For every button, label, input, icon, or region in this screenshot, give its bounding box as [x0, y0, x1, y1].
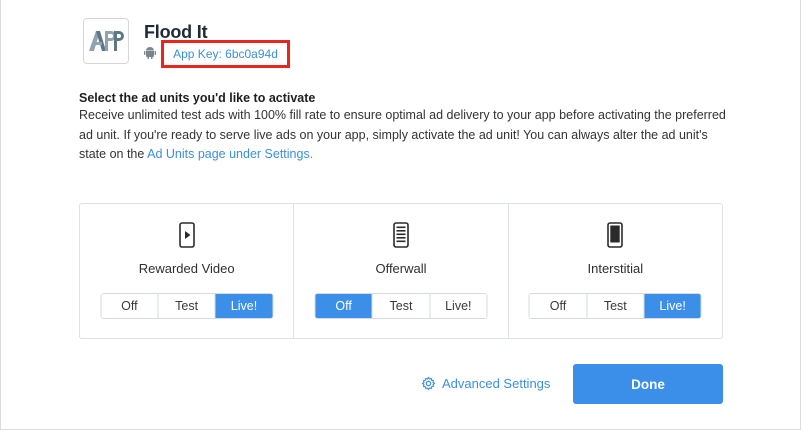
state-test-button[interactable]: Test — [372, 294, 431, 318]
state-toggle: Off Test Live! — [100, 293, 274, 319]
state-live-button[interactable]: Live! — [644, 294, 701, 318]
app-key-highlight: App Key: 6bc0a94d — [161, 40, 290, 68]
app-placeholder-logo-icon — [89, 31, 124, 51]
advanced-settings-label: Advanced Settings — [442, 376, 551, 391]
ad-unit-label: Interstitial — [587, 261, 644, 276]
state-live-button[interactable]: Live! — [430, 294, 487, 318]
phone-video-icon — [178, 222, 195, 248]
app-logo — [83, 18, 129, 64]
phone-fullscreen-icon — [607, 222, 624, 248]
gear-icon — [421, 376, 436, 391]
instructions-text: Receive unlimited test ads with 100% fil… — [79, 106, 729, 165]
ad-unit-interstitial: Interstitial Off Test Live! — [509, 204, 722, 338]
section-title: Select the ad units you'd like to activa… — [79, 91, 316, 105]
done-button[interactable]: Done — [573, 364, 723, 404]
state-off-button[interactable]: Off — [529, 294, 588, 318]
state-test-button[interactable]: Test — [158, 294, 216, 318]
ad-units-panel: Rewarded Video Off Test Live! Offerwall … — [79, 203, 723, 339]
state-toggle: Off Test Live! — [528, 293, 702, 319]
state-off-button[interactable]: Off — [315, 294, 373, 318]
state-test-button[interactable]: Test — [587, 294, 645, 318]
ad-unit-offerwall: Offerwall Off Test Live! — [294, 204, 509, 338]
ad-units-settings-link[interactable]: Ad Units page under Settings. — [147, 147, 313, 161]
state-off-button[interactable]: Off — [101, 294, 159, 318]
android-icon — [144, 47, 156, 59]
state-live-button[interactable]: Live! — [215, 294, 273, 318]
state-toggle: Off Test Live! — [314, 293, 488, 319]
phone-list-icon — [393, 222, 409, 248]
dialog-frame: Flood It App Key: 6bc0a94d Select the ad… — [0, 0, 801, 430]
app-key[interactable]: App Key: 6bc0a94d — [173, 47, 278, 61]
ad-unit-label: Offerwall — [375, 261, 427, 276]
ad-unit-rewarded-video: Rewarded Video Off Test Live! — [80, 204, 295, 338]
ad-unit-label: Rewarded Video — [138, 261, 235, 276]
advanced-settings-link[interactable]: Advanced Settings — [421, 376, 550, 391]
